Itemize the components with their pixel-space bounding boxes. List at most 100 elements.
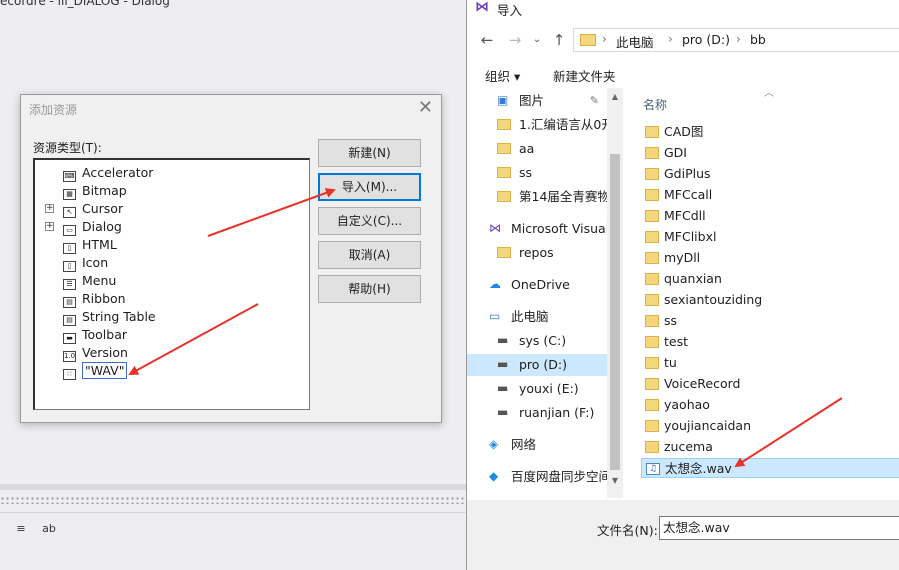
- scroll-thumb[interactable]: [610, 154, 620, 470]
- breadcrumb-folder[interactable]: bb: [750, 32, 766, 47]
- nav-item[interactable]: ◈ 网络: [467, 434, 607, 456]
- nav-item[interactable]: ▣ 图片 ✎: [467, 90, 607, 112]
- file-row[interactable]: MFCdll: [641, 206, 899, 226]
- column-header-name[interactable]: 名称: [643, 96, 667, 113]
- address-bar[interactable]: › 此电脑 › pro (D:) › bb: [573, 28, 899, 52]
- resource-type-item[interactable]: ▯ HTML: [63, 236, 117, 254]
- resource-type-label: Cursor: [82, 201, 124, 216]
- file-row[interactable]: yaohao: [641, 395, 899, 415]
- nav-item[interactable]: ☁ OneDrive: [467, 274, 607, 296]
- breadcrumb-drive[interactable]: pro (D:): [682, 32, 730, 47]
- filename-label: 文件名(N):: [597, 523, 658, 538]
- pin-icon[interactable]: ✎: [590, 90, 599, 112]
- navigation-pane[interactable]: ▣ 图片 ✎ 1.汇编语言从0开 aa ss 第14届全青赛物 ⋈ Microsoft Visu…: [467, 88, 607, 498]
- expand-icon[interactable]: +: [45, 222, 54, 231]
- resource-type-item[interactable]: ▤ String Table: [63, 308, 156, 326]
- new-button[interactable]: 新建(N): [318, 139, 421, 167]
- nav-item[interactable]: ▬ ruanjian (F:): [467, 402, 607, 424]
- file-row[interactable]: MFCcall: [641, 185, 899, 205]
- folder-icon: [645, 315, 659, 327]
- nav-item[interactable]: ⋈ Microsoft Visual: [467, 218, 607, 240]
- nav-item-label: repos: [519, 245, 554, 260]
- nav-item[interactable]: ss: [467, 162, 607, 184]
- help-button[interactable]: 帮助(H): [318, 275, 421, 303]
- file-row[interactable]: MFClibxl: [641, 227, 899, 247]
- nav-item[interactable]: aa: [467, 138, 607, 160]
- resource-type-item[interactable]: ∷ "WAV": [63, 362, 128, 380]
- resource-type-item[interactable]: ▬ Toolbar: [63, 326, 127, 344]
- file-row[interactable]: ♫ 太想念.wav: [641, 458, 899, 478]
- resource-type-label: "WAV": [82, 362, 128, 379]
- file-row[interactable]: GdiPlus: [641, 164, 899, 184]
- file-row[interactable]: VoiceRecord: [641, 374, 899, 394]
- nav-item-label: ss: [519, 165, 533, 180]
- up-arrow-icon[interactable]: ↑: [551, 31, 567, 49]
- cancel-button[interactable]: 取消(A): [318, 241, 421, 269]
- file-name: sexiantouziding: [664, 292, 763, 307]
- filename-input[interactable]: 太想念.wav: [659, 516, 899, 540]
- folder-icon: [497, 119, 511, 130]
- nav-item[interactable]: ▭ 此电脑: [467, 306, 607, 328]
- resource-type-label: HTML: [82, 237, 117, 252]
- nav-item[interactable]: 1.汇编语言从0开: [467, 114, 607, 136]
- breadcrumb-this-pc[interactable]: 此电脑: [616, 32, 654, 51]
- text-replace-icon[interactable]: ab: [40, 521, 58, 537]
- nav-item[interactable]: repos: [467, 242, 607, 264]
- nav-item[interactable]: ▬ youxi (E:): [467, 378, 607, 400]
- resource-type-item[interactable]: ▤ Ribbon: [63, 290, 126, 308]
- file-row[interactable]: sexiantouziding: [641, 290, 899, 310]
- file-name: MFCdll: [664, 208, 706, 223]
- nav-item[interactable]: ▬ pro (D:): [467, 354, 607, 376]
- chevron-right-icon: ›: [602, 32, 607, 46]
- resource-type-item[interactable]: 1.0 Version: [63, 344, 128, 362]
- organize-menu[interactable]: 组织 ▾: [485, 66, 520, 85]
- file-row[interactable]: zucema: [641, 437, 899, 457]
- resource-type-label: Ribbon: [82, 291, 126, 306]
- file-row[interactable]: myDll: [641, 248, 899, 268]
- nav-item-label: 百度网盘同步空间: [511, 469, 607, 484]
- file-row[interactable]: ss: [641, 311, 899, 331]
- scroll-down-icon[interactable]: ▼: [607, 474, 623, 488]
- file-row[interactable]: GDI: [641, 143, 899, 163]
- custom-resource-icon: ∷: [63, 369, 76, 380]
- file-name: zucema: [664, 439, 713, 454]
- resource-type-item[interactable]: ▯ Icon: [63, 254, 108, 272]
- nav-item-label: 图片: [519, 93, 545, 108]
- vs-splitter-grip[interactable]: [0, 496, 466, 504]
- resource-type-item[interactable]: ⌨ Accelerator: [63, 164, 153, 182]
- resource-type-label: Icon: [82, 255, 109, 270]
- navigation-scrollbar[interactable]: ▲ ▼: [607, 88, 623, 498]
- dialog-icon: ▭: [63, 225, 76, 236]
- import-button[interactable]: 导入(M)...: [318, 173, 421, 201]
- nav-item-label: OneDrive: [511, 277, 570, 292]
- resource-type-label: Accelerator: [82, 165, 154, 180]
- format-icon[interactable]: ≡: [12, 521, 30, 537]
- resource-type-item[interactable]: ▦ Bitmap: [63, 182, 127, 200]
- file-row[interactable]: tu: [641, 353, 899, 373]
- resource-type-tree[interactable]: ⌨ Accelerator ▦ Bitmap + ↖ Cursor + ▭ Dialog ▯ HTML…: [33, 158, 310, 410]
- nav-item-label: sys (C:): [519, 333, 567, 348]
- pc-icon: ▭: [489, 309, 501, 323]
- back-arrow-icon[interactable]: ←: [479, 31, 495, 49]
- file-row[interactable]: CAD图: [641, 122, 899, 142]
- resource-type-item[interactable]: ↖ Cursor: [63, 200, 123, 218]
- forward-arrow-icon[interactable]: →: [507, 31, 523, 49]
- resource-type-label: Toolbar: [82, 327, 128, 342]
- scroll-up-icon[interactable]: ▲: [607, 90, 623, 104]
- expand-icon[interactable]: +: [45, 204, 54, 213]
- file-row[interactable]: quanxian: [641, 269, 899, 289]
- nav-item[interactable]: 第14届全青赛物: [467, 186, 607, 208]
- file-list[interactable]: ︿ 名称 CAD图 GDI GdiPlus MFCcall MFCdll MFClibxl…: [624, 88, 899, 498]
- custom-button[interactable]: 自定义(C)...: [318, 207, 421, 235]
- sort-up-icon: ︿: [764, 88, 774, 99]
- resource-type-item[interactable]: ☰ Menu: [63, 272, 116, 290]
- file-row[interactable]: youjiancaidan: [641, 416, 899, 436]
- close-icon[interactable]: ✕: [418, 97, 433, 118]
- file-row[interactable]: test: [641, 332, 899, 352]
- nav-item[interactable]: ▬ sys (C:): [467, 330, 607, 352]
- new-folder-button[interactable]: 新建文件夹: [553, 66, 616, 85]
- nav-item[interactable]: ◆ 百度网盘同步空间: [467, 466, 607, 488]
- file-name: GDI: [664, 145, 687, 160]
- recent-chevron-icon[interactable]: ⌄: [529, 31, 545, 49]
- resource-type-item[interactable]: ▭ Dialog: [63, 218, 122, 236]
